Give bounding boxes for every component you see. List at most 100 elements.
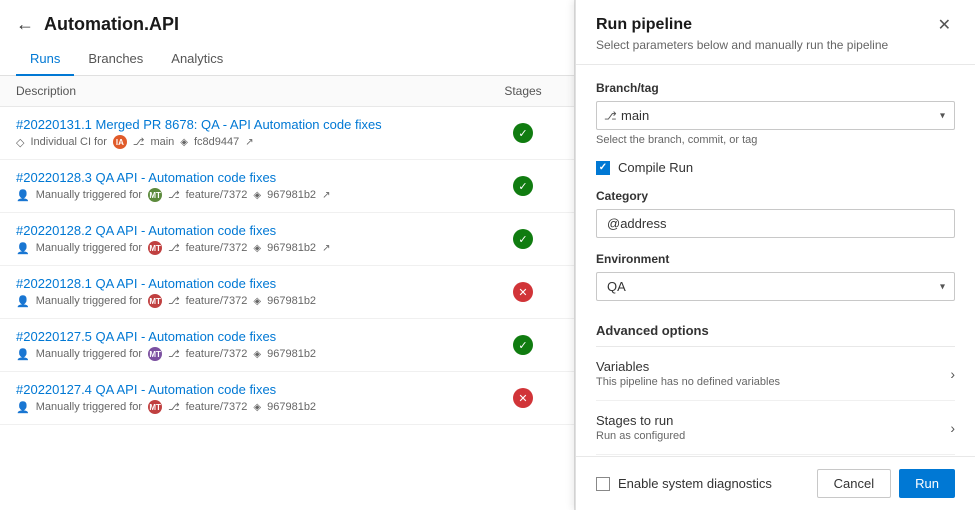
run-meta: 👤 Manually triggered for MT ⎇ feature/73… [16,347,488,361]
tab-analytics[interactable]: Analytics [157,43,237,76]
ci-icon: ◇ [16,136,24,149]
run-title[interactable]: #20220128.2 QA API - Automation code fix… [16,223,488,238]
avatar: MT [148,294,162,308]
link-icon: ↗ [245,137,253,148]
branch-icon: ⎇ [133,137,145,148]
drawer-footer: Enable system diagnostics Cancel Run [576,456,975,510]
run-title[interactable]: #20220127.5 QA API - Automation code fix… [16,329,488,344]
commit-icon: ◈ [253,190,261,201]
stages-to-run-info: Stages to run Run as configured [596,413,685,442]
status-success-icon: ✓ [513,335,533,355]
run-title[interactable]: #20220127.4 QA API - Automation code fix… [16,382,488,397]
page-header: ← Automation.API [0,0,574,43]
tab-runs[interactable]: Runs [16,43,74,76]
branch-icon: ⎇ [168,243,180,254]
branch-tag-group: Branch/tag ⎇ main ▾ Select the branch, c… [596,81,955,146]
person-icon: 👤 [16,242,30,255]
diagnostics-checkbox[interactable] [596,477,610,491]
run-stage: ✓ [488,335,558,355]
runs-list: #20220131.1 Merged PR 8678: QA - API Aut… [0,107,574,510]
branch-value: feature/7372 [186,401,248,413]
compile-run-row[interactable]: ✓ Compile Run [596,160,955,175]
category-label: Category [596,189,955,203]
drawer-body: Branch/tag ⎇ main ▾ Select the branch, c… [576,65,975,456]
person-icon: 👤 [16,189,30,202]
status-failed-icon: ✕ [513,388,533,408]
commit-value: 967981b2 [267,189,316,201]
footer-buttons: Cancel Run [817,469,955,498]
run-title[interactable]: #20220131.1 Merged PR 8678: QA - API Aut… [16,117,488,132]
branch-value: main [150,136,174,148]
compile-run-checkbox[interactable]: ✓ [596,161,610,175]
run-meta: 👤 Manually triggered for MT ⎇ feature/73… [16,241,488,255]
commit-icon: ◈ [253,296,261,307]
avatar: IA [113,135,127,149]
run-stage: ✓ [488,123,558,143]
run-stage: ✓ [488,229,558,249]
table-row[interactable]: #20220128.2 QA API - Automation code fix… [0,213,574,266]
run-info: #20220128.3 QA API - Automation code fix… [16,170,488,202]
tab-bar: Runs Branches Analytics [0,43,574,76]
drawer-subtitle: Select parameters below and manually run… [596,38,888,52]
status-success-icon: ✓ [513,123,533,143]
tab-branches[interactable]: Branches [74,43,157,76]
diagnostics-label: Enable system diagnostics [618,476,772,491]
status-success-icon: ✓ [513,229,533,249]
avatar: MT [148,188,162,202]
chevron-right-icon: › [950,420,955,436]
variables-subtitle: This pipeline has no defined variables [596,376,780,388]
table-row[interactable]: #20220127.5 QA API - Automation code fix… [0,319,574,372]
drawer-header: Run pipeline Select parameters below and… [576,0,975,65]
status-success-icon: ✓ [513,176,533,196]
category-input[interactable] [596,209,955,238]
branch-icon: ⎇ [168,349,180,360]
run-info: #20220127.5 QA API - Automation code fix… [16,329,488,361]
compile-run-label: Compile Run [618,160,693,175]
run-button[interactable]: Run [899,469,955,498]
drawer-title-block: Run pipeline Select parameters below and… [596,16,888,52]
branch-select[interactable]: main [596,101,955,130]
table-row[interactable]: #20220131.1 Merged PR 8678: QA - API Aut… [0,107,574,160]
avatar: MT [148,400,162,414]
branch-icon: ⎇ [168,296,180,307]
advanced-options-section: Advanced options Variables This pipeline… [596,315,955,455]
link-icon: ↗ [322,243,330,254]
run-meta: 👤 Manually triggered for MT ⎇ feature/73… [16,400,488,414]
person-icon: 👤 [16,348,30,361]
back-button[interactable]: ← [16,14,34,35]
trigger-label: Manually triggered for [36,242,142,254]
avatar: MT [148,347,162,361]
trigger-label: Individual CI for [30,136,106,148]
branch-value: feature/7372 [186,348,248,360]
chevron-right-icon: › [950,366,955,382]
cancel-button[interactable]: Cancel [817,469,891,498]
trigger-label: Manually triggered for [36,189,142,201]
table-row[interactable]: #20220127.4 QA API - Automation code fix… [0,372,574,425]
branch-icon: ⎇ [168,402,180,413]
table-row[interactable]: #20220128.3 QA API - Automation code fix… [0,160,574,213]
environment-label: Environment [596,252,955,266]
branch-value: feature/7372 [186,242,248,254]
commit-value: 967981b2 [267,242,316,254]
run-stage: ✓ [488,176,558,196]
run-title[interactable]: #20220128.3 QA API - Automation code fix… [16,170,488,185]
run-pipeline-drawer: Run pipeline Select parameters below and… [575,0,975,510]
trigger-label: Manually triggered for [36,348,142,360]
diagnostics-row[interactable]: Enable system diagnostics [596,476,772,491]
commit-value: 967981b2 [267,295,316,307]
run-stage: ✕ [488,282,558,302]
close-button[interactable]: ✕ [934,16,955,36]
environment-select[interactable]: QA [596,272,955,301]
commit-icon: ◈ [253,402,261,413]
commit-value: 967981b2 [267,401,316,413]
run-info: #20220128.2 QA API - Automation code fix… [16,223,488,255]
table-row[interactable]: #20220128.1 QA API - Automation code fix… [0,266,574,319]
stages-to-run-item[interactable]: Stages to run Run as configured › [596,401,955,455]
run-info: #20220128.1 QA API - Automation code fix… [16,276,488,308]
variables-item[interactable]: Variables This pipeline has no defined v… [596,347,955,401]
stages-to-run-title: Stages to run [596,413,685,428]
drawer-title: Run pipeline [596,16,888,34]
run-title[interactable]: #20220128.1 QA API - Automation code fix… [16,276,488,291]
category-group: Category [596,189,955,238]
person-icon: 👤 [16,401,30,414]
